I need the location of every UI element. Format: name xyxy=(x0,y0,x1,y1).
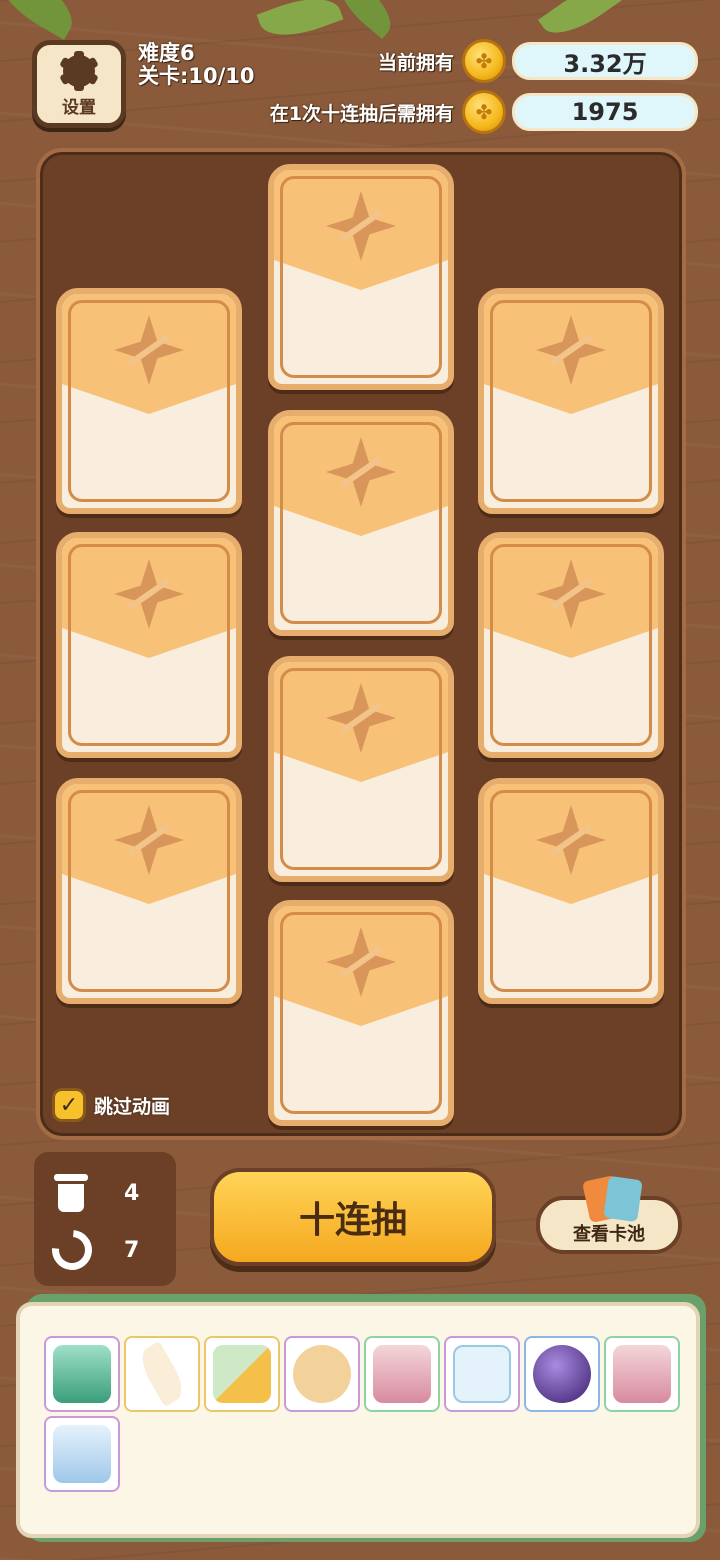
card-coins-icon xyxy=(613,1345,671,1403)
view-pool-label: 查看卡池 xyxy=(573,1224,645,1245)
inventory-item[interactable] xyxy=(204,1336,280,1412)
required-coins-label: 在1次十连抽后需拥有 xyxy=(269,102,454,125)
coin-icon: ✤ xyxy=(462,90,506,134)
face-down-card[interactable] xyxy=(478,288,664,514)
card-swap-icon xyxy=(213,1345,271,1403)
checkmark-icon[interactable]: ✓ xyxy=(52,1088,86,1122)
dice-plus-icon xyxy=(453,1345,511,1403)
required-coins-row: 在1次十连抽后需拥有 ✤ 1975 xyxy=(270,90,698,134)
inventory-item[interactable] xyxy=(604,1336,680,1412)
trash-count: 4 xyxy=(124,1180,140,1206)
undo-icon xyxy=(43,1221,101,1279)
required-coins-value: 1975 xyxy=(512,93,698,131)
inventory-item[interactable] xyxy=(284,1336,360,1412)
current-coins-value: 3.32万 xyxy=(512,42,698,80)
gear-icon xyxy=(59,50,99,91)
current-coins-row: 当前拥有 ✤ 3.32万 xyxy=(378,39,698,83)
trash-icon xyxy=(52,1172,90,1214)
inventory-item[interactable] xyxy=(44,1416,120,1492)
face-down-card[interactable] xyxy=(478,532,664,758)
view-pool-button[interactable]: 查看卡池 xyxy=(536,1174,682,1254)
leaf-decoration xyxy=(256,0,344,47)
undo-tool[interactable]: 7 xyxy=(43,1221,140,1279)
level-info: 难度6 关卡:10/10 xyxy=(138,42,255,88)
skip-animation-toggle[interactable]: ✓ 跳过动画 xyxy=(52,1088,170,1122)
difficulty-label: 难度6 xyxy=(138,41,195,65)
face-down-card[interactable] xyxy=(268,164,454,390)
tool-panel: 4 7 xyxy=(34,1152,176,1286)
face-down-card[interactable] xyxy=(268,410,454,636)
mystery-card-plus-icon xyxy=(53,1425,111,1483)
settings-label: 设置 xyxy=(62,97,96,118)
current-coins-label: 当前拥有 xyxy=(377,51,454,74)
inventory-item[interactable] xyxy=(444,1336,520,1412)
trash-tool[interactable]: 4 xyxy=(52,1172,139,1214)
card-pool-icon xyxy=(603,1175,643,1223)
inventory-panel xyxy=(16,1302,700,1538)
star-orb-icon xyxy=(533,1345,591,1403)
inventory-item[interactable] xyxy=(124,1336,200,1412)
card-coins-x2-icon xyxy=(373,1345,431,1403)
skip-animation-label: 跳过动画 xyxy=(94,1095,171,1118)
undo-count: 7 xyxy=(124,1237,140,1263)
leaf-decoration xyxy=(0,0,84,40)
inventory-item[interactable] xyxy=(44,1336,120,1412)
face-down-card[interactable] xyxy=(478,778,664,1004)
inventory-item[interactable] xyxy=(524,1336,600,1412)
face-down-card[interactable] xyxy=(56,532,242,758)
settings-button[interactable]: 设置 xyxy=(32,40,126,128)
face-down-card[interactable] xyxy=(56,778,242,1004)
potato-icon xyxy=(293,1345,351,1403)
ten-draw-button[interactable]: 十连抽 xyxy=(210,1168,496,1266)
feather-charm-icon xyxy=(134,1341,190,1407)
stage-label: 关卡:10/10 xyxy=(138,64,255,88)
inventory-item[interactable] xyxy=(364,1336,440,1412)
face-down-card[interactable] xyxy=(268,900,454,1126)
coin-icon: ✤ xyxy=(462,39,506,83)
face-down-card[interactable] xyxy=(56,288,242,514)
green-card-pack-icon xyxy=(53,1345,111,1403)
face-down-card[interactable] xyxy=(268,656,454,882)
